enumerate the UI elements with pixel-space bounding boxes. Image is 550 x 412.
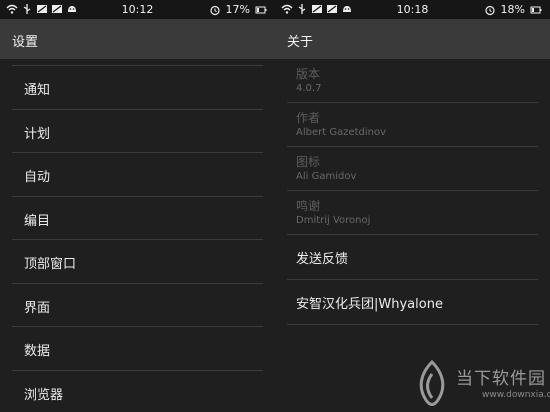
settings-item[interactable]: 编目 [12, 195, 263, 240]
settings-screen: 10:12 17% 设置 通知 计划 自动 编目 顶部窗口 界面 数据 浏览器 [0, 0, 275, 412]
settings-item-label: 自动 [24, 170, 51, 185]
settings-item[interactable]: 通知 [12, 65, 263, 109]
info-label: 版本 [296, 67, 321, 81]
watermark-logo-icon [412, 359, 452, 408]
alarm-icon [209, 4, 221, 16]
settings-list: 通知 计划 自动 编目 顶部窗口 界面 数据 浏览器 [12, 65, 263, 412]
settings-item-label: 界面 [24, 300, 51, 316]
author-row: 作者 Albert Gazetdinov [287, 103, 538, 147]
info-label: 作者 [296, 111, 321, 125]
status-bar: 10:12 17% [0, 0, 275, 19]
battery-percent: 17% [225, 3, 250, 16]
settings-item[interactable]: 浏览器 [12, 369, 263, 412]
settings-item-label: 浏览器 [24, 387, 64, 403]
page-title: 设置 [12, 35, 39, 50]
settings-item[interactable]: 顶部窗口 [12, 239, 263, 283]
settings-item-label: 通知 [24, 83, 51, 98]
settings-item-label: 数据 [24, 344, 51, 359]
settings-item-label: 计划 [24, 126, 51, 142]
settings-item-label: 顶部窗口 [24, 257, 77, 272]
settings-item[interactable]: 计划 [12, 108, 263, 153]
settings-item-label: 编目 [24, 213, 51, 229]
thanks-row: 鸣谢 Dmitrij Voronoj [287, 191, 538, 235]
watermark-title: 当下软件园 [456, 369, 546, 389]
page-title: 关于 [287, 35, 314, 50]
settings-item[interactable]: 界面 [12, 282, 263, 327]
info-value: 4.0.7 [296, 83, 322, 94]
app-bar: 设置 [0, 19, 275, 59]
status-right: 17% [209, 3, 267, 16]
alarm-icon [484, 4, 496, 16]
info-value: Albert Gazetdinov [296, 127, 387, 138]
app-bar: 关于 [275, 19, 550, 59]
about-list: 版本 4.0.7 作者 Albert Gazetdinov 图标 Ali Gam… [287, 59, 538, 325]
info-label: 鸣谢 [296, 199, 321, 213]
battery-icon [255, 4, 267, 16]
version-row: 版本 4.0.7 [287, 59, 538, 103]
translator-credit-item[interactable]: 安智汉化兵团|Whyalone [287, 280, 538, 325]
info-value: Ali Gamidov [296, 171, 357, 182]
battery-percent: 18% [500, 3, 525, 16]
status-bar: 10:18 18% [275, 0, 550, 19]
battery-icon [530, 4, 542, 16]
send-feedback-label: 发送反馈 [296, 252, 349, 267]
status-right: 18% [484, 3, 542, 16]
watermark: 当下软件园 www.downxia.com [412, 356, 550, 412]
info-value: Dmitrij Voronoj [296, 215, 371, 226]
icon-credit-row: 图标 Ali Gamidov [287, 147, 538, 191]
settings-item[interactable]: 数据 [12, 326, 263, 370]
settings-item[interactable]: 自动 [12, 152, 263, 196]
watermark-url: www.downxia.com [482, 390, 550, 400]
about-screen: 10:18 18% 关于 版本 4.0.7 作者 Albert Gazetdin… [275, 0, 550, 412]
info-label: 图标 [296, 155, 321, 169]
translator-credit-label: 安智汉化兵团|Whyalone [296, 297, 443, 312]
send-feedback-item[interactable]: 发送反馈 [287, 235, 538, 280]
